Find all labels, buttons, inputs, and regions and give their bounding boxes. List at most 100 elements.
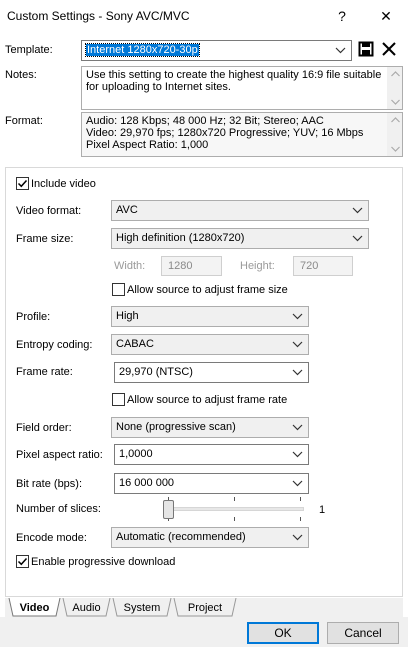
- delete-icon[interactable]: [381, 41, 397, 57]
- pixel-aspect-ratio-combo[interactable]: 1,0000: [114, 444, 309, 465]
- template-label: Template:: [5, 44, 53, 56]
- checkbox-box: [16, 177, 29, 190]
- format-scrollbar[interactable]: [387, 113, 402, 156]
- width-label: Width:: [114, 260, 146, 272]
- notes-textarea[interactable]: Use this setting to create the highest q…: [81, 66, 403, 110]
- notes-scrollbar[interactable]: [387, 67, 402, 109]
- format-label: Format:: [5, 115, 43, 127]
- entropy-coding-label: Entropy coding:: [16, 339, 93, 351]
- slider-tick: [234, 517, 235, 521]
- checkbox-box: [112, 283, 125, 296]
- width-value: 1280: [168, 260, 193, 272]
- scroll-down-icon: [391, 99, 400, 105]
- close-glyph: ✕: [380, 7, 392, 24]
- help-button[interactable]: ?: [320, 0, 364, 32]
- check-icon: [17, 179, 28, 188]
- encode-mode-select[interactable]: Automatic (recommended): [111, 527, 309, 548]
- chevron-down-icon: [292, 313, 303, 320]
- slider-track: [164, 507, 304, 511]
- height-value: 720: [300, 260, 319, 272]
- title-bar: Custom Settings - Sony AVC/MVC ? ✕: [0, 0, 408, 32]
- ok-button[interactable]: OK: [247, 622, 319, 644]
- template-value: Internet 1280x720-30p: [85, 43, 200, 57]
- entropy-coding-select[interactable]: CABAC: [111, 334, 309, 355]
- video-format-value: AVC: [116, 204, 138, 216]
- ok-label: OK: [274, 626, 292, 640]
- chevron-down-icon: [292, 341, 303, 348]
- slider-tick: [234, 497, 235, 501]
- slider-tick: [300, 497, 301, 501]
- format-line: Pixel Aspect Ratio: 1,000: [86, 139, 209, 151]
- tab-video-label: Video: [19, 601, 50, 614]
- chevron-down-icon: [292, 534, 303, 541]
- profile-select[interactable]: High: [111, 306, 309, 327]
- chevron-down-icon: [292, 424, 303, 431]
- tab-project[interactable]: Project: [178, 598, 232, 617]
- format-textarea[interactable]: Audio: 128 Kbps; 48 000 Hz; 32 Bit; Ster…: [81, 112, 403, 157]
- width-field: 1280: [161, 256, 222, 276]
- pixel-aspect-ratio-label: Pixel aspect ratio:: [16, 449, 103, 461]
- notes-label: Notes:: [5, 69, 37, 81]
- tab-system-label: System: [123, 601, 161, 614]
- include-video-label: Include video: [31, 177, 96, 190]
- help-glyph: ?: [338, 8, 346, 24]
- bit-rate-label: Bit rate (bps):: [16, 478, 83, 490]
- field-order-select[interactable]: None (progressive scan): [111, 417, 309, 438]
- checkbox-box: [112, 393, 125, 406]
- chevron-down-icon: [335, 47, 346, 54]
- cancel-button[interactable]: Cancel: [327, 622, 399, 644]
- height-field: 720: [293, 256, 353, 276]
- progressive-download-checkbox[interactable]: Enable progressive download: [16, 555, 175, 568]
- entropy-coding-value: CABAC: [116, 338, 154, 350]
- template-combo[interactable]: Internet 1280x720-30p: [81, 40, 352, 61]
- pixel-aspect-ratio-value: 1,0000: [119, 448, 153, 460]
- chevron-down-icon: [292, 480, 303, 487]
- chevron-down-icon: [292, 369, 303, 376]
- field-order-value: None (progressive scan): [116, 421, 236, 433]
- chevron-down-icon: [292, 451, 303, 458]
- bit-rate-combo[interactable]: 16 000 000: [114, 473, 309, 494]
- include-video-checkbox[interactable]: Include video: [16, 177, 96, 190]
- chevron-down-icon: [352, 235, 363, 242]
- tab-video[interactable]: Video: [13, 598, 56, 617]
- slices-slider[interactable]: [162, 497, 306, 523]
- allow-adjust-frame-rate-checkbox[interactable]: Allow source to adjust frame rate: [112, 393, 287, 406]
- scroll-up-icon: [391, 117, 400, 123]
- frame-rate-value: 29,970 (NTSC): [119, 366, 193, 378]
- chevron-down-icon: [352, 207, 363, 214]
- progressive-download-label: Enable progressive download: [31, 555, 176, 568]
- allow-adjust-frame-size-label: Allow source to adjust frame size: [127, 283, 288, 296]
- scroll-up-icon: [391, 71, 400, 77]
- allow-adjust-frame-size-checkbox[interactable]: Allow source to adjust frame size: [112, 283, 288, 296]
- tab-strip: Video Audio System Project: [5, 598, 403, 617]
- dialog-footer: OK Cancel: [0, 617, 408, 647]
- tab-system[interactable]: System: [117, 598, 167, 617]
- frame-size-select[interactable]: High definition (1280x720): [111, 228, 369, 249]
- slider-thumb[interactable]: [163, 500, 174, 519]
- scroll-down-icon: [391, 146, 400, 152]
- save-icon[interactable]: [358, 40, 374, 58]
- frame-size-value: High definition (1280x720): [116, 232, 245, 244]
- field-order-label: Field order:: [16, 422, 72, 434]
- profile-value: High: [116, 310, 139, 322]
- bit-rate-value: 16 000 000: [119, 477, 175, 489]
- video-format-select[interactable]: AVC: [111, 200, 369, 221]
- frame-size-label: Frame size:: [16, 233, 74, 245]
- format-line: Audio: 128 Kbps; 48 000 Hz; 32 Bit; Ster…: [86, 115, 324, 127]
- slices-value: 1: [319, 504, 326, 516]
- tab-audio-label: Audio: [72, 601, 101, 614]
- height-label: Height:: [240, 260, 275, 272]
- frame-rate-label: Frame rate:: [16, 366, 73, 378]
- window-title: Custom Settings - Sony AVC/MVC: [7, 9, 190, 23]
- slices-label: Number of slices:: [16, 503, 101, 515]
- close-button[interactable]: ✕: [364, 0, 408, 32]
- encode-mode-label: Encode mode:: [16, 532, 87, 544]
- cancel-label: Cancel: [344, 626, 382, 640]
- encode-mode-value: Automatic (recommended): [116, 531, 246, 543]
- tab-audio[interactable]: Audio: [67, 598, 106, 617]
- frame-rate-combo[interactable]: 29,970 (NTSC): [114, 362, 309, 383]
- checkbox-box: [16, 555, 29, 568]
- slider-tick: [300, 517, 301, 521]
- video-format-label: Video format:: [16, 205, 82, 217]
- check-icon: [17, 557, 28, 566]
